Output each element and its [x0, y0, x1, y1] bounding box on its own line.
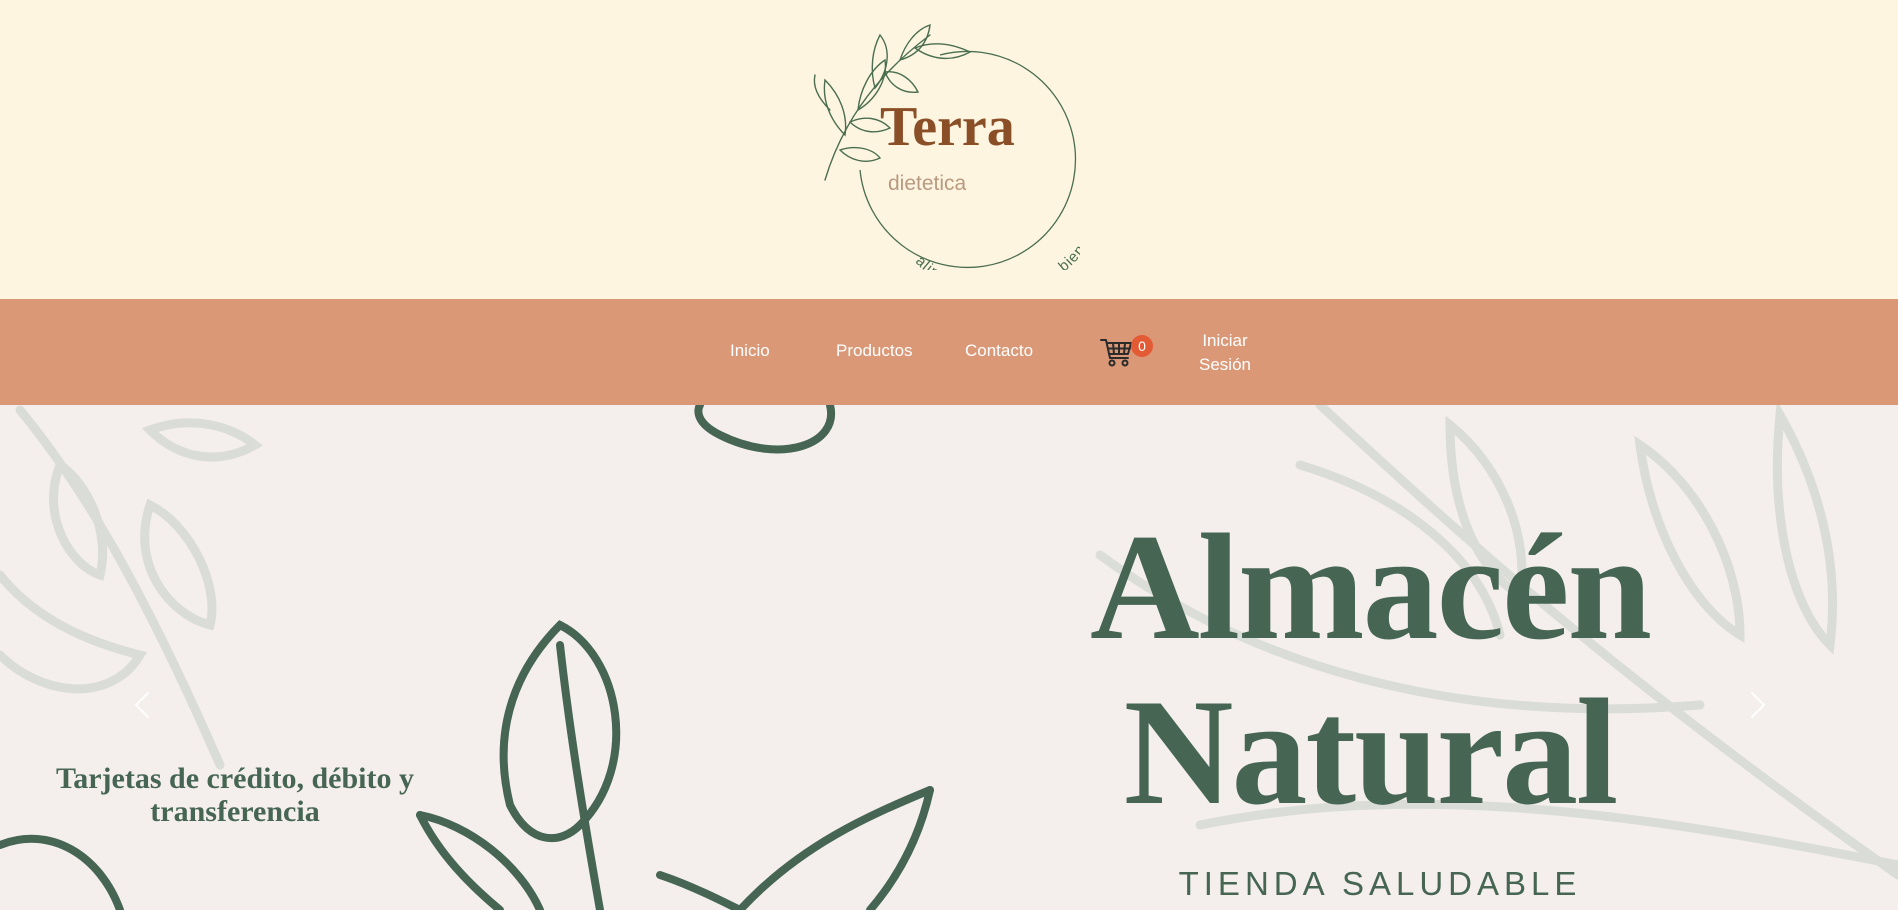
nav-productos[interactable]: Productos	[836, 341, 913, 361]
hero-carousel: Almacén Natural TIENDA SALUDABLE Tarjeta…	[0, 405, 1898, 910]
chevron-left-icon[interactable]	[128, 685, 158, 725]
nav-contacto[interactable]: Contacto	[965, 341, 1033, 361]
shopping-cart-icon[interactable]	[1100, 334, 1134, 368]
cart-count-badge: 0	[1131, 335, 1153, 357]
site-header: Terra dietetica alimentos que hacen bien	[0, 0, 1898, 299]
terra-logo[interactable]: Terra dietetica alimentos que hacen bien	[800, 10, 1080, 270]
brand-subtitle: dietetica	[888, 172, 967, 195]
hero-subtitle: TIENDA SALUDABLE	[1178, 865, 1582, 902]
main-navbar: Inicio Productos Contacto 0 Iniciar Sesi…	[0, 299, 1898, 405]
chevron-right-icon[interactable]	[1742, 685, 1772, 725]
nav-inicio[interactable]: Inicio	[730, 341, 770, 361]
hero-title: Almacén Natural	[1089, 503, 1652, 836]
brand-name: Terra	[880, 96, 1015, 158]
brand-tagline: alimentos que hacen bien	[912, 241, 1080, 270]
payment-methods-text: Tarjetas de crédito, débito y transferen…	[55, 762, 414, 828]
login-link[interactable]: Iniciar Sesión	[1190, 329, 1260, 377]
